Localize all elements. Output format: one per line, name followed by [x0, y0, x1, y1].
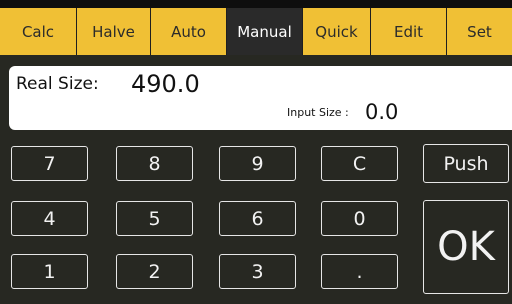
mode-tab-bar: Calc Halve Auto Manual Quick Edit Set — [0, 8, 512, 55]
key-4[interactable]: 4 — [11, 201, 88, 236]
input-size-label: Input Size : — [287, 106, 349, 119]
title-strip — [0, 0, 512, 8]
key-9[interactable]: 9 — [219, 146, 296, 181]
input-size-value: 0.0 — [365, 100, 399, 124]
key-2[interactable]: 2 — [116, 254, 193, 289]
tab-halve[interactable]: Halve — [77, 8, 151, 55]
push-button[interactable]: Push — [423, 144, 509, 183]
ok-button[interactable]: OK — [423, 200, 509, 294]
key-7[interactable]: 7 — [11, 146, 88, 181]
key-3[interactable]: 3 — [219, 254, 296, 289]
key-6[interactable]: 6 — [219, 201, 296, 236]
tab-auto[interactable]: Auto — [151, 8, 227, 55]
key-1[interactable]: 1 — [11, 254, 88, 289]
key-5[interactable]: 5 — [116, 201, 193, 236]
clear-button[interactable]: C — [321, 146, 398, 181]
key-8[interactable]: 8 — [116, 146, 193, 181]
key-0[interactable]: 0 — [321, 201, 398, 236]
tab-edit[interactable]: Edit — [371, 8, 447, 55]
real-size-value: 490.0 — [131, 70, 200, 98]
tab-quick[interactable]: Quick — [303, 8, 371, 55]
tab-set[interactable]: Set — [447, 8, 512, 55]
tab-manual[interactable]: Manual — [227, 8, 303, 55]
tab-calc[interactable]: Calc — [0, 8, 77, 55]
real-size-label: Real Size: — [16, 74, 99, 94]
decimal-point-key[interactable]: . — [321, 254, 398, 289]
